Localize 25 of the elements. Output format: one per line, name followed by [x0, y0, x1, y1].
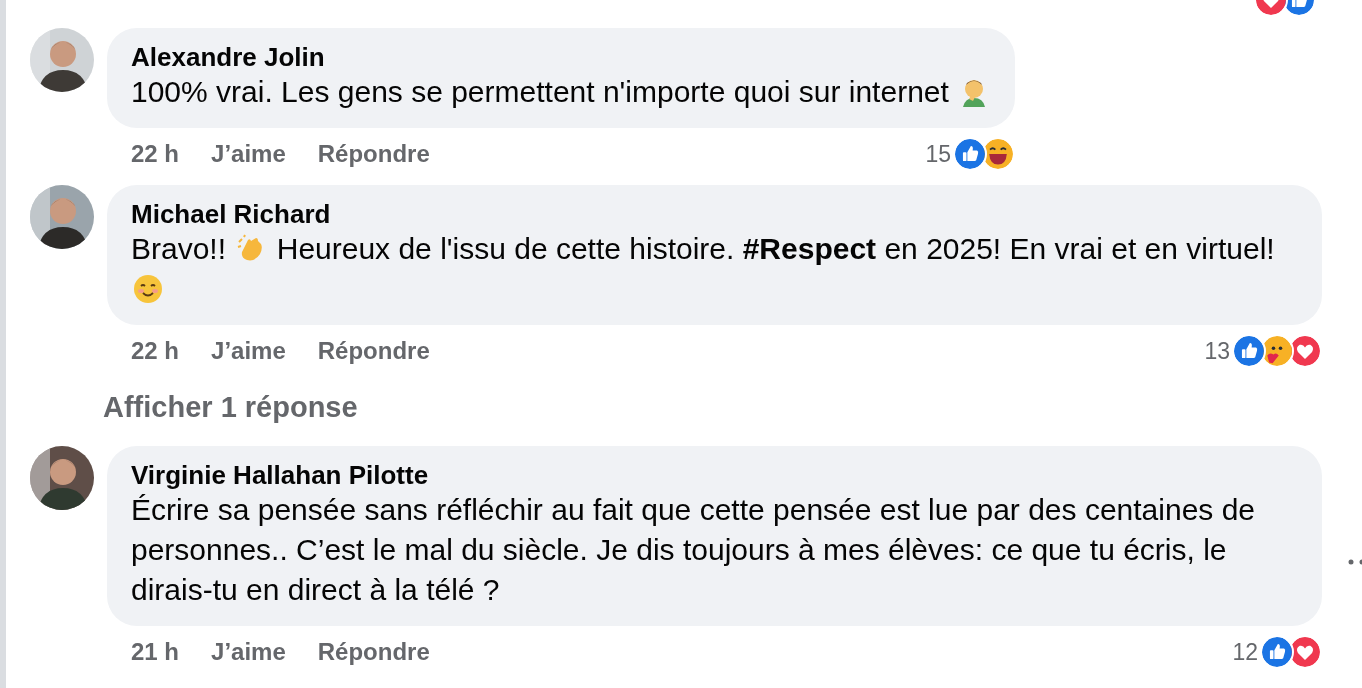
reply-link[interactable]: Répondre: [317, 634, 430, 670]
comment-time[interactable]: 22 h: [131, 136, 180, 172]
reply-link[interactable]: Répondre: [317, 333, 430, 369]
comment-time[interactable]: 21 h: [131, 634, 180, 670]
comment-text: Bravo!!: [131, 232, 228, 265]
more-options-icon[interactable]: [1348, 559, 1362, 565]
like-link[interactable]: J’aime: [211, 333, 286, 369]
comment-text: 100% vrai. Les gens se permettent n'importe quoi sur internet: [131, 75, 950, 108]
smiling-face-icon: [133, 274, 163, 304]
reaction-count[interactable]: 13: [1204, 333, 1230, 369]
reaction-count[interactable]: 12: [1232, 634, 1258, 670]
comment-text: Heureux de l'issu de cette histoire. #Respect en 2025! En vrai et en virtuel!: [275, 232, 1275, 265]
view-replies-link[interactable]: Afficher 1 réponse: [103, 389, 358, 425]
reaction-count[interactable]: 15: [925, 136, 952, 172]
comment-text: Écrire sa pensée sans réfléchir au fait que cette pensée est lue par des centaines de personnes.. C’est le mal du siècle. Je dis toujours à mes élèves: ce que tu écris, le dirais-tu en direct à la télé ?: [131, 493, 1256, 606]
comment-author[interactable]: Alexandre Jolin: [131, 42, 992, 72]
comment-time[interactable]: 22 h: [131, 333, 180, 369]
comment-author[interactable]: Virginie Hallahan Pilotte: [131, 460, 1298, 490]
like-icon: [1260, 635, 1294, 669]
like-icon: [1232, 334, 1266, 368]
like-link[interactable]: J’aime: [211, 634, 286, 670]
reply-link[interactable]: Répondre: [317, 136, 430, 172]
like-link[interactable]: J’aime: [211, 136, 286, 172]
comment-author[interactable]: Michael Richard: [131, 199, 1298, 229]
like-icon: [953, 137, 988, 171]
